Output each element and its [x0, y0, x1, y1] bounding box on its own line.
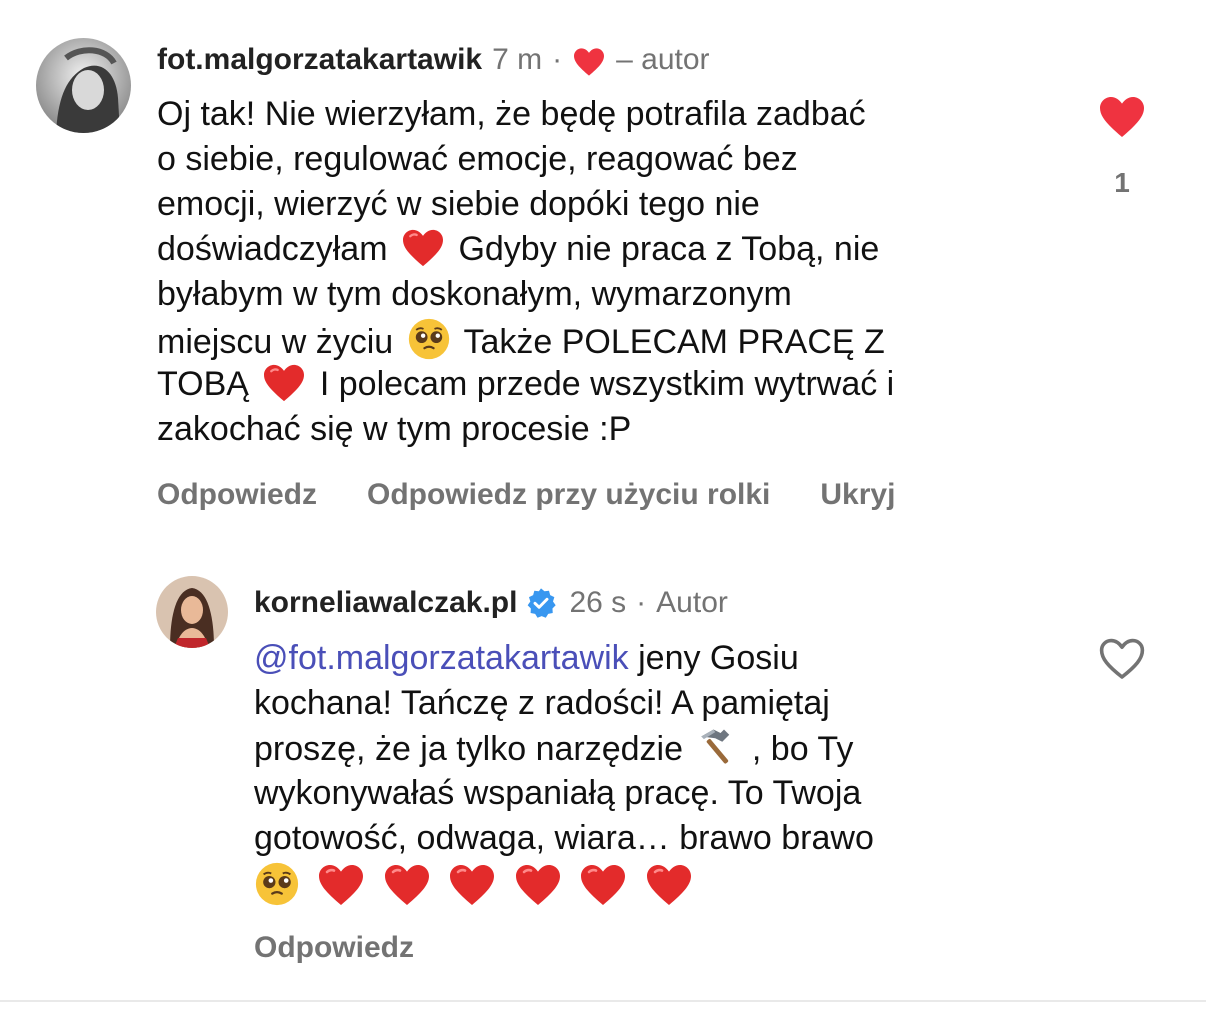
text-fragment: jeny Gosiu: [638, 639, 799, 677]
reply-button[interactable]: Odpowiedz: [254, 931, 414, 965]
text-fragment: Gdyby nie praca z Tobą, nie: [458, 230, 880, 268]
verified-badge-icon: [525, 587, 557, 619]
text-fragment: proszę, że ja tylko narzędzie: [254, 730, 683, 768]
meta-separator: ·: [552, 43, 563, 76]
comment-2-like-area: [1092, 637, 1152, 681]
text-fragment: I polecam przede wszystkim wytrwać i: [319, 365, 895, 403]
comment-2-line: wykonywałaś wspaniałą pracę. To Twoja: [254, 774, 862, 812]
red-heart-emoji-icon: [514, 863, 562, 919]
comment-1-line: Oj tak! Nie wierzyłam, że będę potrafila…: [157, 95, 866, 133]
avatar-fot-malgorzatakartawik[interactable]: [36, 38, 131, 133]
meta-separator: ·: [636, 586, 647, 619]
comment-2-line: gotowość, odwaga, wiara… brawo brawo: [254, 819, 874, 857]
comment-1-text: Oj tak! Nie wierzyłam, że będę potrafila…: [157, 92, 1077, 452]
comment-2-meta: korneliawalczak.pl 26 s · Autor: [254, 583, 728, 623]
red-heart-emoji-icon: [448, 863, 496, 919]
author-liked-heart-icon: [572, 47, 606, 77]
text-fragment: miejscu w życiu: [157, 323, 394, 361]
comment-2-line: kochana! Tańczę z radości! A pamiętaj: [254, 684, 830, 722]
comment-1-time: 7 m: [492, 43, 543, 76]
comment-1-line: o siebie, regulować emocje, reagować bez: [157, 140, 798, 178]
comment-1-author-tag: – autor: [616, 43, 710, 76]
comment-1-actions: Odpowiedz Odpowiedz przy użyciu rolki Uk…: [157, 478, 895, 512]
comment-1-line: zakochać się w tym procesie :P: [157, 410, 632, 448]
pleading-face-emoji-icon: [254, 861, 300, 919]
comment-1-line: miejscu w życiu Także POLECAM PRACĘ Z: [157, 317, 1077, 362]
divider: [0, 1000, 1206, 1002]
comment-2-line: @fot.malgorzatakartawik jeny Gosiu: [254, 636, 1074, 681]
comment-1-line: emocji, wierzyć w siebie dopóki tego nie: [157, 185, 760, 223]
comment-2-author-tag: Autor: [656, 586, 728, 619]
red-heart-emoji-icon: [383, 863, 431, 919]
comment-1-meta: fot.malgorzatakartawik 7 m · – autor: [157, 40, 710, 80]
red-heart-emoji-icon: [317, 863, 365, 919]
avatar-korneliawalczak[interactable]: [156, 576, 228, 648]
text-fragment: Także POLECAM PRACĘ Z: [463, 323, 885, 361]
like-heart-filled-icon[interactable]: [1098, 95, 1146, 139]
text-fragment: doświadczyłam: [157, 230, 388, 268]
comment-1-line: doświadczyłam Gdyby nie praca z Tobą, ni…: [157, 227, 1077, 272]
text-fragment: TOBĄ: [157, 365, 249, 403]
like-count[interactable]: 1: [1092, 167, 1152, 199]
hide-button[interactable]: Ukryj: [820, 478, 895, 512]
comment-2-emoji-line: [254, 861, 1074, 909]
comment-1-like-area: 1: [1092, 95, 1152, 199]
comment-2-username[interactable]: korneliawalczak.pl: [254, 583, 517, 623]
red-heart-emoji-icon: [579, 863, 627, 919]
reply-button[interactable]: Odpowiedz: [157, 478, 317, 512]
mention-link[interactable]: @fot.malgorzatakartawik: [254, 639, 629, 677]
comment-2-line: proszę, że ja tylko narzędzie , bo Ty: [254, 726, 1074, 771]
comment-2-actions: Odpowiedz: [254, 931, 414, 965]
text-fragment: , bo Ty: [751, 730, 854, 768]
comment-1-line: TOBĄ I polecam przede wszystkim wytrwać …: [157, 362, 1077, 407]
comment-2-time: 26 s: [569, 586, 627, 619]
comment-2-text: @fot.malgorzatakartawik jeny Gosiu kocha…: [254, 636, 1074, 909]
comment-1-line: byłabym w tym doskonałym, wymarzonym: [157, 275, 792, 313]
reply-with-reel-button[interactable]: Odpowiedz przy użyciu rolki: [367, 478, 770, 512]
comment-1-username[interactable]: fot.malgorzatakartawik: [157, 40, 482, 80]
like-heart-outline-icon[interactable]: [1098, 637, 1146, 681]
red-heart-emoji-icon: [645, 863, 693, 919]
